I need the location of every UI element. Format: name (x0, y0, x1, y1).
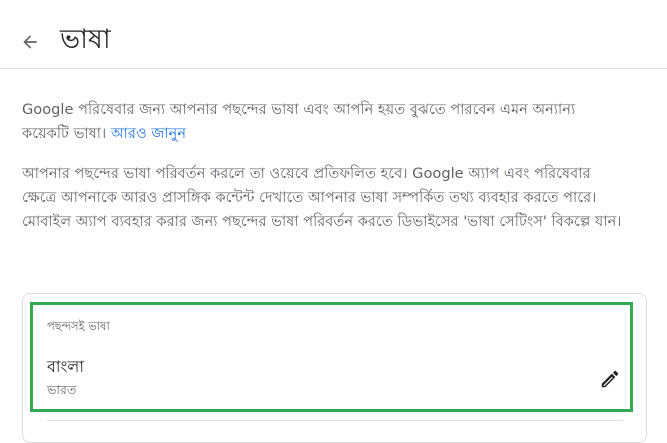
arrow-back-icon (23, 35, 37, 49)
back-button[interactable] (14, 26, 46, 58)
card-divider (47, 420, 623, 421)
learn-more-link[interactable]: আরও জানুন (111, 125, 186, 142)
language-name: বাংলা (47, 357, 84, 376)
details-paragraph: আপনার পছন্দের ভাষা পরিবর্তন করলে তা ওয়ে… (22, 165, 622, 230)
page-title: ভাষা (60, 24, 111, 55)
edit-language-button[interactable] (597, 366, 623, 392)
highlight-box (30, 302, 633, 412)
intro-text: Google পরিষেবার জন্য আপনার পছন্দের ভাষা … (22, 101, 576, 142)
preferred-language-label: পছন্দসই ভাষা (47, 319, 110, 333)
main-content: Google পরিষেবার জন্য আপনার পছন্দের ভাষা … (22, 98, 622, 234)
language-region: ভারত (47, 382, 77, 397)
pencil-icon (601, 370, 619, 388)
intro-paragraph: Google পরিষেবার জন্য আপনার পছন্দের ভাষা … (22, 98, 622, 146)
page-header: ভাষা (0, 0, 667, 69)
